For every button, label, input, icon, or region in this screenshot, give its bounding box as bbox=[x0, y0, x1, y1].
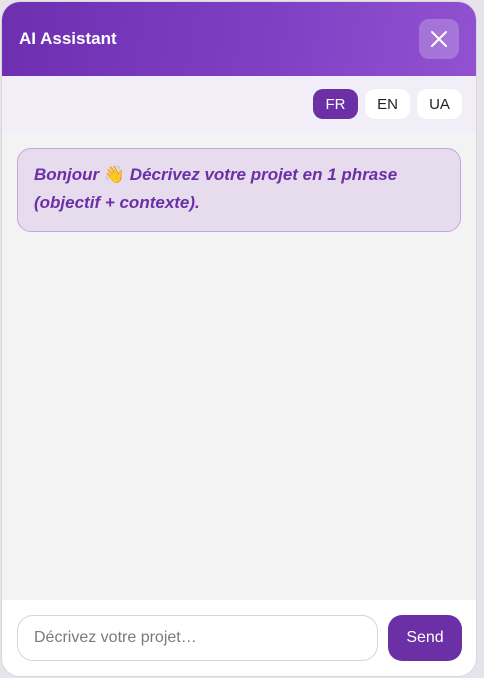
lang-button-fr[interactable]: FR bbox=[313, 89, 358, 119]
close-button[interactable] bbox=[419, 19, 459, 59]
lang-button-ua[interactable]: UA bbox=[417, 89, 462, 119]
composer: Send bbox=[2, 600, 476, 676]
message-list: Bonjour 👋 Décrivez votre projet en 1 phr… bbox=[2, 132, 476, 600]
language-switcher: FR EN UA bbox=[2, 76, 476, 132]
message-text-start: Bonjour bbox=[34, 165, 104, 184]
lang-button-en[interactable]: EN bbox=[365, 89, 410, 119]
send-button[interactable]: Send bbox=[388, 615, 462, 661]
waving-hand-icon: 👋 bbox=[103, 165, 126, 184]
message-input[interactable] bbox=[17, 615, 378, 661]
chat-header: AI Assistant bbox=[2, 2, 476, 76]
assistant-message: Bonjour 👋 Décrivez votre projet en 1 phr… bbox=[17, 148, 461, 232]
chat-title: AI Assistant bbox=[19, 29, 117, 48]
chat-widget: AI Assistant FR EN UA Bonjour 👋 Décrivez… bbox=[2, 2, 476, 676]
close-icon bbox=[431, 31, 447, 47]
